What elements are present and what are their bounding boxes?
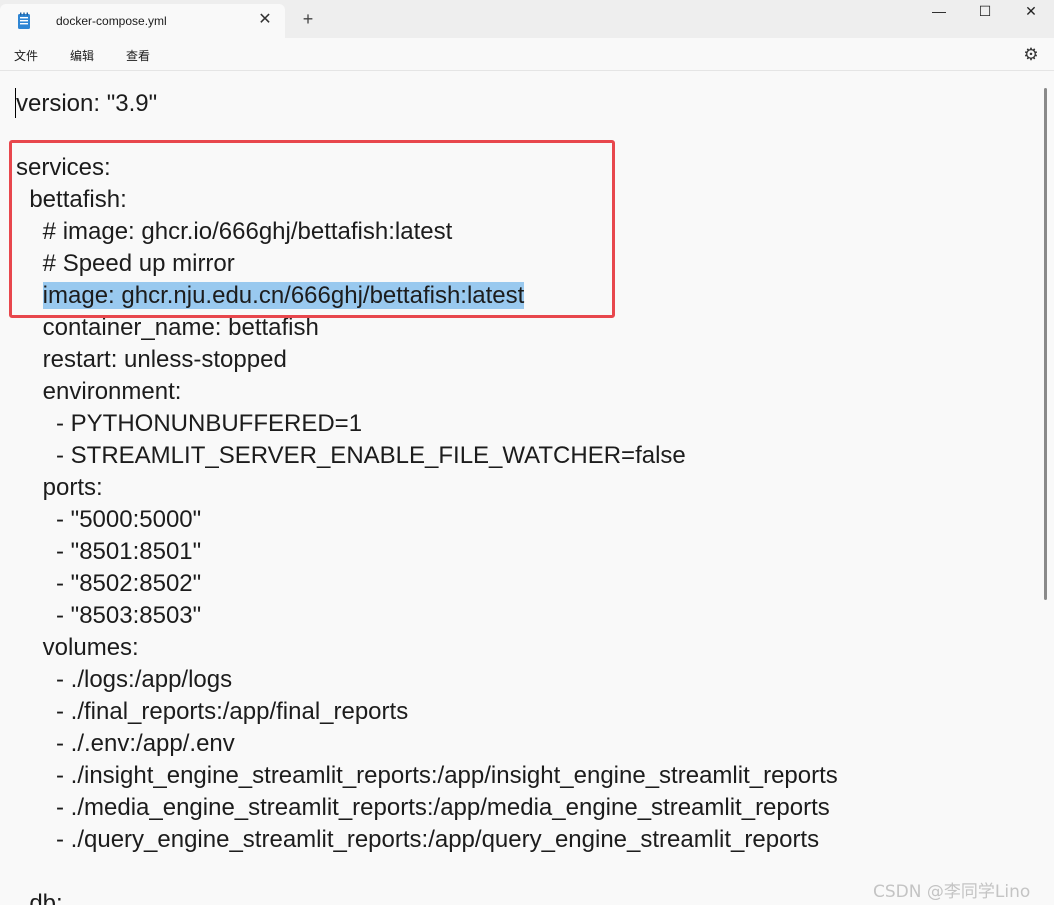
code-line: - "8501:8501" <box>16 538 202 565</box>
menu-edit[interactable]: 编辑 <box>70 47 94 64</box>
annotation-box <box>9 140 615 318</box>
menu-view[interactable]: 查看 <box>126 47 150 64</box>
code-line: db: <box>16 890 63 905</box>
code-line: - ./final_reports:/app/final_reports <box>16 698 409 725</box>
code-line: version: "3.9" <box>16 90 158 117</box>
code-line: - "8503:8503" <box>16 602 202 629</box>
minimize-button[interactable]: — <box>916 0 962 24</box>
code-line: ports: <box>16 474 103 501</box>
code-line: - STREAMLIT_SERVER_ENABLE_FILE_WATCHER=f… <box>16 442 686 469</box>
code-line: - PYTHONUNBUFFERED=1 <box>16 410 363 437</box>
tab-strip: docker-compose.yml ✕ + — ☐ ✕ <box>0 0 1054 38</box>
notepad-icon <box>18 12 30 29</box>
close-window-button[interactable]: ✕ <box>1008 0 1054 24</box>
new-tab-button[interactable]: + <box>298 9 318 29</box>
settings-gear-icon[interactable]: ⚙ <box>1021 45 1041 65</box>
code-line: - ./query_engine_streamlit_reports:/app/… <box>16 826 820 853</box>
code-line: volumes: <box>16 634 139 661</box>
text-caret <box>15 88 16 118</box>
code-line: - "5000:5000" <box>16 506 202 533</box>
code-line: - ./media_engine_streamlit_reports:/app/… <box>16 794 830 821</box>
code-line: - ./insight_engine_streamlit_reports:/ap… <box>16 762 838 789</box>
code-line: - "8502:8502" <box>16 570 202 597</box>
menu-file[interactable]: 文件 <box>14 47 38 64</box>
code-line: restart: unless-stopped <box>16 346 287 373</box>
maximize-button[interactable]: ☐ <box>962 0 1008 24</box>
tab-close-icon[interactable]: ✕ <box>256 11 274 29</box>
code-line: - ./.env:/app/.env <box>16 730 235 757</box>
code-line: - ./logs:/app/logs <box>16 666 233 693</box>
file-tab[interactable]: docker-compose.yml ✕ <box>0 4 285 38</box>
menu-bar: 文件 编辑 查看 ⚙ <box>0 38 1054 71</box>
vertical-scrollbar[interactable] <box>1044 88 1047 600</box>
code-line: environment: <box>16 378 182 405</box>
watermark: CSDN @李同学Lino <box>873 882 1031 902</box>
tab-title: docker-compose.yml <box>56 14 167 28</box>
